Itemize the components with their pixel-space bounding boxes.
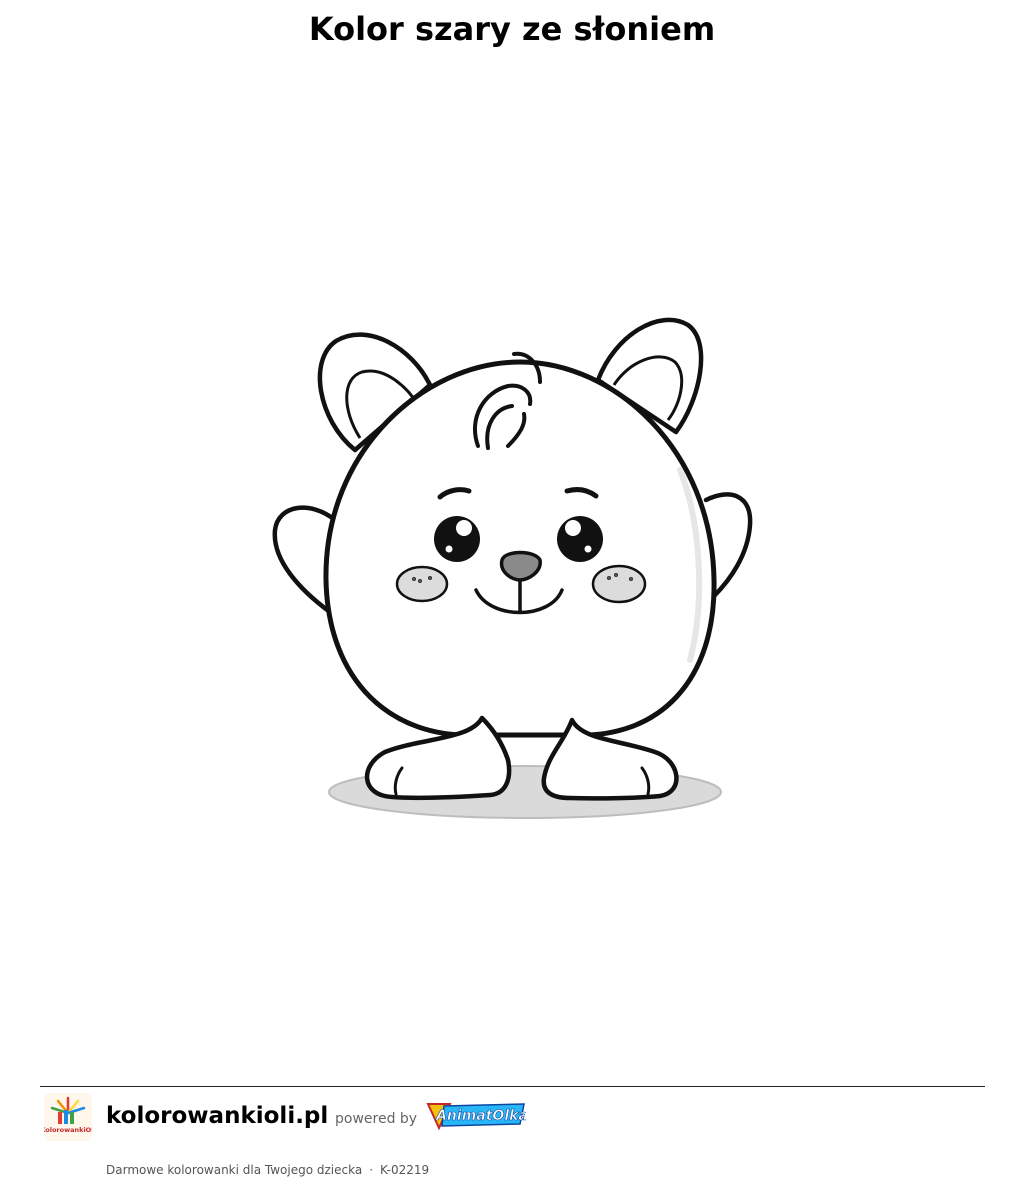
tagline-separator: · — [369, 1163, 374, 1177]
right-eye — [557, 516, 603, 562]
page-code: K-02219 — [380, 1163, 430, 1177]
partner-logo-text: AnimatOlka — [435, 1108, 526, 1124]
footer-divider — [40, 1086, 985, 1087]
site-name[interactable]: kolorowankioli.pl — [106, 1101, 328, 1131]
logo-text: KolorowankiOli — [44, 1126, 92, 1134]
right-cheek — [591, 564, 647, 604]
bear-nose — [499, 550, 542, 582]
powered-by-label: powered by — [335, 1111, 418, 1127]
kolorowankioli-logo-icon[interactable]: KolorowankiOli — [44, 1093, 92, 1141]
animatolka-logo[interactable]: AnimatOlka — [424, 1098, 526, 1134]
coloring-artwork — [272, 317, 753, 819]
footer-tagline: Darmowe kolorowanki dla Twojego dziecka ·… — [106, 1162, 429, 1178]
left-eye — [434, 516, 480, 562]
tagline-text: Darmowe kolorowanki dla Twojego dziecka — [106, 1163, 363, 1177]
page-title: Kolor szary ze słoniem — [308, 10, 716, 48]
left-cheek — [395, 565, 449, 603]
